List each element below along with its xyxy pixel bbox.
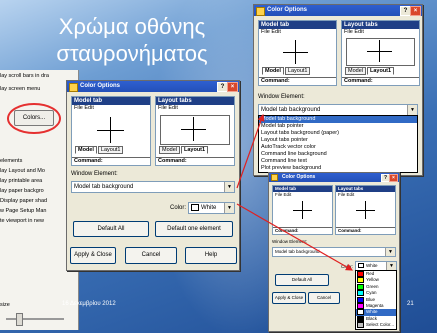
page-number: 21 [407,301,414,307]
arrow-to-element-list [236,113,265,189]
callout-arrows [236,113,354,271]
arrow-to-color-list [236,203,354,271]
presentation-slide: Χρώμα οθόνης σταυρονήματος lay scroll ba… [0,0,437,333]
footer-date: 16 Δεκεμβρίου 2012 [62,301,116,307]
